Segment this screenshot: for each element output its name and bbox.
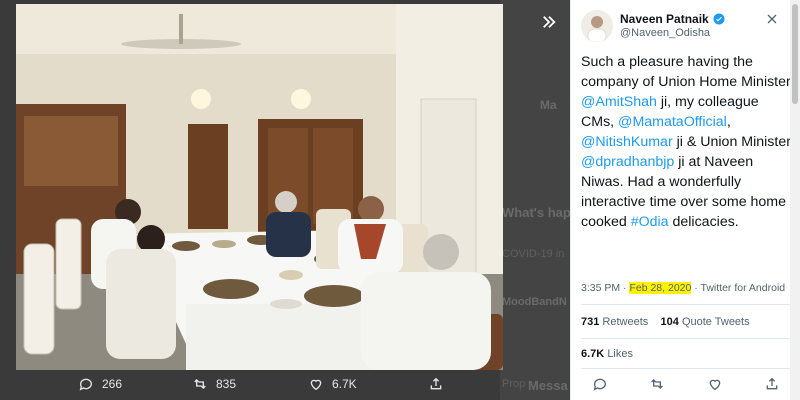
mention-amitshah[interactable]: @AmitShah (581, 94, 657, 110)
expand-icon[interactable] (534, 10, 564, 40)
hashtag-odia[interactable]: #Odia (631, 214, 669, 230)
mention-nitishkumar[interactable]: @NitishKumar (581, 134, 673, 150)
heart-icon (310, 379, 322, 391)
retweet-icon (194, 379, 206, 389)
bg-mood-trend: MoodBandN (502, 296, 567, 308)
mention-dpradhanbjp[interactable]: @dpradhanbjp (581, 154, 674, 170)
meta-dot: · (623, 282, 627, 294)
tweet-actions (571, 376, 800, 392)
author-handle[interactable]: @Naveen_Odisha (620, 27, 710, 39)
verified-badge-icon (713, 13, 725, 25)
divider (581, 368, 791, 369)
retweet-stats[interactable]: 731 Retweets 104 Quote Tweets (581, 316, 750, 328)
tweet-photo[interactable] (16, 4, 503, 370)
chevron-double-right-icon (543, 16, 556, 28)
tweet-time[interactable]: 3:35 PM (581, 282, 620, 294)
dining-room-photo (16, 4, 503, 370)
photo-retweet-count: 835 (216, 377, 237, 391)
tweet-text-part: ji & Union Minister (672, 134, 791, 150)
bg-user-name: Ma (540, 98, 557, 112)
retweet-icon[interactable] (649, 376, 665, 392)
tweet-text: Such a pleasure having the company of Un… (581, 52, 791, 232)
tweet-text-part: , (726, 114, 731, 130)
photo-reply-button[interactable]: 266 (78, 376, 122, 392)
photo-reply-count: 266 (102, 377, 123, 391)
bg-covid-trend: COVID-19 in (502, 248, 565, 260)
divider (581, 304, 791, 305)
reply-icon (79, 378, 92, 391)
quote-tweets-label: Quote Tweets (681, 316, 750, 328)
avatar-image (581, 10, 613, 42)
share-icon[interactable] (764, 376, 780, 392)
photo-like-count: 6.7K (332, 377, 357, 391)
tweet-panel: Naveen Patnaik @Naveen_Odisha Such a ple… (570, 0, 800, 400)
photo-retweet-button[interactable]: 835 (192, 376, 236, 392)
likes-stats[interactable]: 6.7K Likes (581, 348, 633, 360)
reply-icon[interactable] (592, 376, 608, 392)
scrollbar-thumb[interactable] (792, 4, 798, 104)
author-name: Naveen Patnaik (620, 12, 709, 26)
background-feed-column: Ma What's happening COVID-19 in MoodBand… (500, 0, 613, 400)
retweets-count: 731 (581, 316, 600, 328)
mention-mamataofficial[interactable]: @MamataOfficial (618, 114, 727, 130)
photo-like-button[interactable]: 6.7K (308, 376, 357, 392)
quote-tweets-count: 104 (660, 316, 679, 328)
tweet-text-part: Such a pleasure having the company of Un… (581, 54, 791, 90)
likes-count: 6.7K (581, 348, 605, 360)
close-icon[interactable] (766, 12, 778, 28)
tweet-timestamp: 3:35 PM · Feb 28, 2020 · Twitter for And… (581, 282, 785, 294)
tweet-date[interactable]: Feb 28, 2020 (629, 282, 692, 294)
likes-label: Likes (607, 348, 633, 360)
avatar[interactable] (581, 10, 613, 42)
close-x-icon (767, 14, 777, 24)
retweets-label: Retweets (602, 316, 649, 328)
share-icon (430, 377, 442, 390)
photo-share-button[interactable] (428, 376, 444, 392)
bg-messages: Messa (528, 378, 568, 393)
tweet-text-part: delicacies. (668, 214, 739, 230)
divider (581, 338, 791, 339)
author-name-row[interactable]: Naveen Patnaik (620, 12, 725, 26)
heart-icon[interactable] (707, 376, 723, 392)
bg-prop: Prop (502, 378, 526, 390)
tweet-source[interactable]: · Twitter for Android (694, 282, 785, 294)
